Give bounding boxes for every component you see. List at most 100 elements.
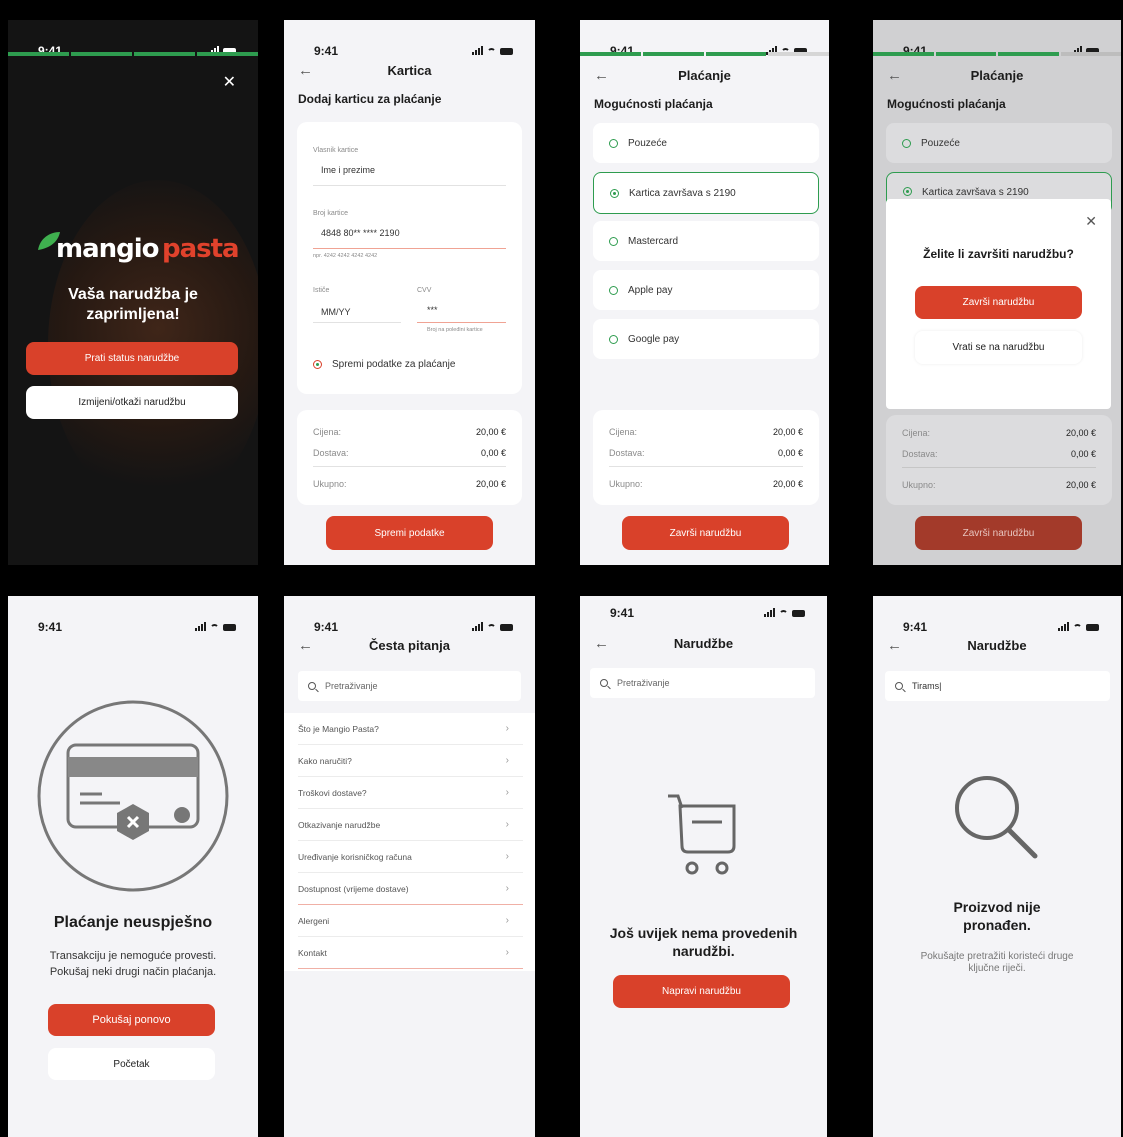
save-card-option[interactable]: Spremi podatke za plaćanje <box>313 359 455 370</box>
search-input[interactable]: Pretraživanje <box>590 668 815 698</box>
radio-icon <box>610 188 619 198</box>
battery-icon <box>792 610 805 617</box>
modal-cancel-button[interactable]: Vrati se na narudžbu <box>915 331 1082 364</box>
battery-icon <box>500 48 513 55</box>
price-summary: Cijena: 20,00 € Dostava: 0,00 € Ukupno: 20,… <box>593 410 819 505</box>
expiry-field[interactable]: MM/YY <box>321 307 351 317</box>
radio-icon <box>902 138 911 148</box>
faq-item-label: Uređivanje korisničkog računa <box>298 851 412 862</box>
header: ← Narudžbe <box>873 633 1121 663</box>
expiry-label: Ističe <box>313 287 330 294</box>
faq-item[interactable]: Što je Mangio Pasta? › <box>298 713 523 745</box>
chevron-right-icon: › <box>505 947 509 958</box>
status-time: 9:41 <box>314 44 339 58</box>
header: ← Narudžbe <box>580 631 827 661</box>
price-value: 20,00 € <box>772 427 803 437</box>
card-number-field[interactable]: 4848 80** **** 2190 <box>321 228 400 238</box>
payment-option-mastercard[interactable]: Mastercard <box>593 221 819 261</box>
home-button[interactable]: Početak <box>48 1048 215 1080</box>
option-label: Kartica završava s 2190 <box>922 187 1029 198</box>
screen-add-card: 9:41 ← Kartica Dodaj karticu za plaćanje… <box>284 20 535 565</box>
credit-card-error-icon <box>37 700 229 892</box>
status-bar: 9:41 <box>284 20 535 60</box>
payment-option-cod[interactable]: Pouzeće <box>886 123 1112 163</box>
retry-button[interactable]: Pokušaj ponovo <box>48 1004 215 1036</box>
faq-item[interactable]: Kontakt › <box>298 937 523 969</box>
payment-option-apple-pay[interactable]: Apple pay <box>593 270 819 310</box>
payment-option-google-pay[interactable]: Google pay <box>593 319 819 359</box>
card-number-hint: npr. 4242 4242 4242 4242 <box>313 253 378 259</box>
confirm-modal: ✕ Želite li završiti narudžbu? Završi na… <box>886 199 1111 409</box>
faq-item-label: Kontakt <box>298 947 327 958</box>
status-bar: 9:41 <box>580 596 827 636</box>
complete-order-button[interactable]: Završi narudžbu <box>915 516 1082 550</box>
delivery-value: 0,00 € <box>480 448 506 458</box>
chevron-right-icon: › <box>505 755 509 766</box>
faq-item-label: Dostupnost (vrijeme dostave) <box>298 883 409 894</box>
screen-payment-options: 9:41 ← Plaćanje Mogućnosti plaćanja Pouz… <box>580 20 829 565</box>
wifi-icon <box>487 48 496 55</box>
page-title: Plaćanje <box>678 68 731 83</box>
total-label: Ukupno: <box>902 480 936 490</box>
option-label: Google pay <box>628 333 680 345</box>
progress-bar <box>873 52 1121 56</box>
payment-option-cod[interactable]: Pouzeće <box>593 123 819 163</box>
chevron-right-icon: › <box>505 851 509 862</box>
search-input[interactable]: Tirams| <box>885 671 1110 701</box>
save-card-button[interactable]: Spremi podatke <box>326 516 493 550</box>
battery-icon <box>500 624 513 631</box>
modal-question: Želite li završiti narudžbu? <box>923 247 1074 261</box>
faq-item[interactable]: Dostupnost (vrijeme dostave) › <box>298 873 523 905</box>
modal-confirm-button[interactable]: Završi narudžbu <box>915 286 1082 319</box>
signal-icon <box>1058 622 1069 631</box>
wifi-icon <box>210 624 219 631</box>
radio-icon <box>903 187 912 196</box>
status-bar: 9:41 <box>284 596 535 636</box>
faq-item[interactable]: Otkazivanje narudžbe › <box>298 809 523 841</box>
close-icon[interactable]: ✕ <box>223 72 236 92</box>
total-label: Ukupno: <box>313 479 347 489</box>
battery-icon <box>223 624 236 631</box>
cvv-hint: Broj na poleđini kartice <box>427 327 483 333</box>
payment-option-card[interactable]: Kartica završava s 2190 <box>593 172 819 214</box>
faq-list: Što je Mangio Pasta? › Kako naručiti? › Tr… <box>284 713 535 971</box>
radio-icon <box>609 334 618 344</box>
screen-no-orders: 9:41 ← Narudžbe Pretraživanje Još uvijek… <box>580 596 827 1137</box>
wifi-icon <box>1073 624 1082 631</box>
signal-icon <box>472 46 483 55</box>
price-label: Cijena: <box>902 428 931 438</box>
wifi-icon <box>779 610 788 617</box>
error-title: Plaćanje neuspješno <box>53 914 213 931</box>
faq-item[interactable]: Alergeni › <box>298 905 523 937</box>
chevron-right-icon: › <box>505 723 509 734</box>
status-bar: 9:41 <box>873 596 1121 636</box>
total-value: 20,00 € <box>772 479 803 489</box>
header: ← Česta pitanja <box>284 633 535 663</box>
faq-item[interactable]: Uređivanje korisničkog računa › <box>298 841 523 873</box>
battery-icon <box>1086 624 1099 631</box>
track-order-button[interactable]: Prati status narudžbe <box>26 342 238 375</box>
option-label: Pouzeće <box>628 137 667 149</box>
card-number-label: Broj kartice <box>313 210 349 217</box>
header: ← Kartica <box>284 58 535 88</box>
status-time: 9:41 <box>38 620 63 634</box>
edit-order-button[interactable]: Izmijeni/otkaži narudžbu <box>26 386 238 419</box>
cvv-field[interactable]: *** <box>427 305 438 315</box>
total-value: 20,00 € <box>1065 480 1096 490</box>
screen-product-not-found: 9:41 ← Narudžbe Tirams| Proizvod nije pr… <box>873 596 1121 1137</box>
create-order-button[interactable]: Napravi narudžbu <box>613 975 790 1008</box>
faq-item[interactable]: Kako naručiti? › <box>298 745 523 777</box>
chevron-right-icon: › <box>505 883 509 894</box>
search-input[interactable]: Pretraživanje <box>298 671 521 701</box>
brand-logo: mangio pasta <box>36 232 240 272</box>
faq-item-label: Kako naručiti? <box>298 755 352 766</box>
close-icon[interactable]: ✕ <box>1085 213 1097 230</box>
search-icon <box>895 682 903 690</box>
status-time: 9:41 <box>903 620 928 634</box>
signal-icon <box>195 622 206 631</box>
owner-field[interactable]: Ime i prezime <box>321 165 375 175</box>
complete-order-button[interactable]: Završi narudžbu <box>622 516 789 550</box>
card-form: Vlasnik kartice Ime i prezime Broj karti… <box>297 122 522 394</box>
faq-item[interactable]: Troškovi dostave? › <box>298 777 523 809</box>
delivery-label: Dostava: <box>902 449 938 459</box>
